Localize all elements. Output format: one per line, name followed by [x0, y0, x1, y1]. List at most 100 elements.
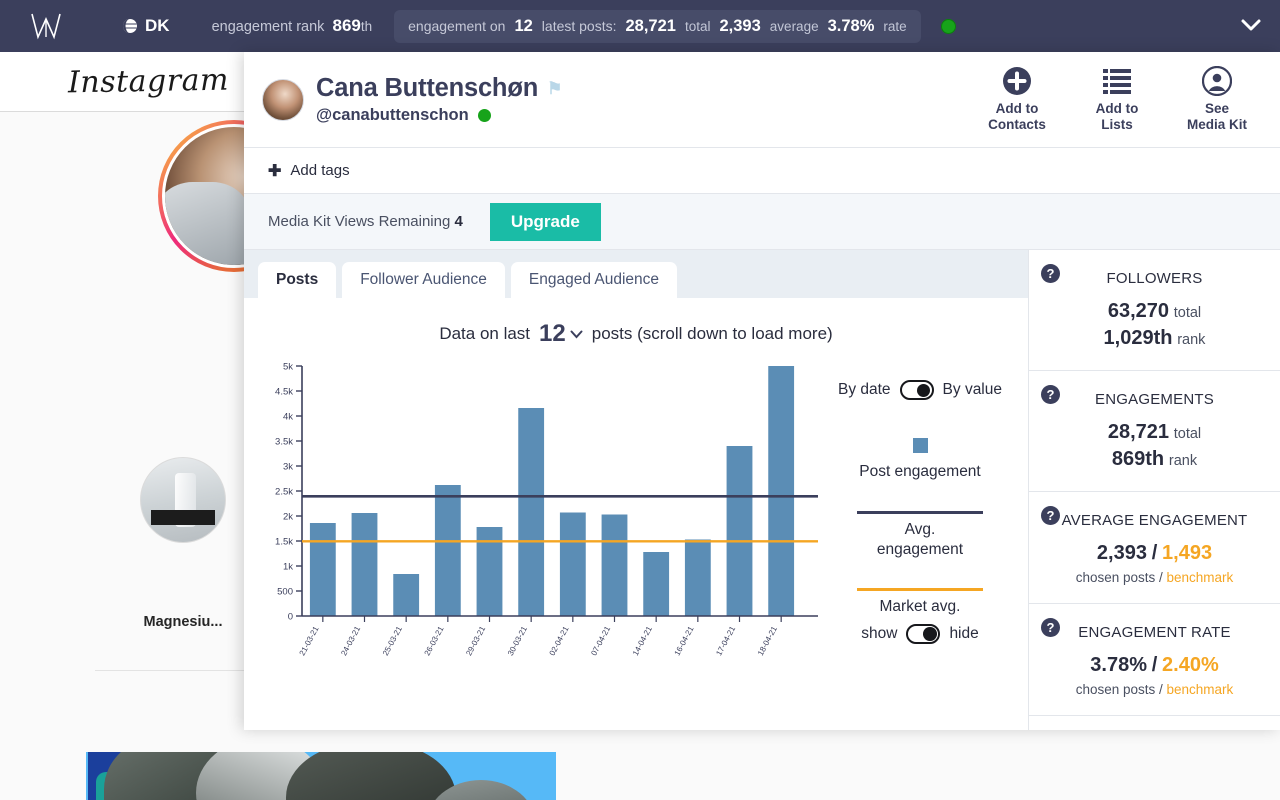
panel-header-actions: Add to Contacts Add to Lists — [980, 66, 1264, 133]
x-axis-tick: 02-04-21 — [548, 624, 571, 657]
tab-posts[interactable]: Posts — [258, 262, 336, 299]
x-axis-tick: 14-04-21 — [631, 624, 654, 657]
sort-by-value-label[interactable]: By value — [943, 381, 1002, 399]
profile-identity: Cana Buttenschøn ⚑ @canabuttenschon — [316, 74, 562, 125]
x-axis-tick: 26-03-21 — [423, 624, 446, 657]
panel-body: Posts Follower Audience Engaged Audience… — [244, 250, 1280, 730]
chart-bar[interactable] — [352, 513, 378, 616]
y-axis-tick: 500 — [277, 586, 293, 597]
engagements-rank: 869th rank — [1045, 446, 1264, 473]
posts-count-dropdown[interactable]: 12 — [539, 320, 583, 348]
chart-bar[interactable] — [435, 485, 461, 616]
followers-title: FOLLOWERS — [1045, 270, 1264, 287]
tags-row: ✚ Add tags — [244, 148, 1280, 194]
add-to-lists-button[interactable]: Add to Lists — [1080, 66, 1154, 133]
avg-engagement-rule — [857, 511, 983, 514]
stat-card-engagement-rate: ? ENGAGEMENT RATE 3.78% / 2.40% chosen p… — [1029, 604, 1280, 716]
pill-total-value: 28,721 — [626, 17, 676, 36]
profile-handle-row: @canabuttenschon — [316, 106, 562, 125]
see-media-kit-button[interactable]: See Media Kit — [1180, 66, 1254, 133]
chart-bar[interactable] — [727, 446, 753, 616]
data-on-last-suffix: posts (scroll down to load more) — [592, 324, 833, 344]
tab-engaged-audience[interactable]: Engaged Audience — [511, 262, 677, 299]
globe-icon — [122, 18, 138, 34]
page-title: Cana Buttenschøn ⚑ — [316, 74, 562, 103]
online-status-indicator — [478, 109, 491, 122]
pill-average-unit: average — [770, 19, 819, 34]
sort-toggle[interactable] — [900, 380, 934, 400]
tab-bar: Posts Follower Audience Engaged Audience — [244, 250, 1028, 298]
user-circle-icon — [1202, 66, 1232, 96]
avg-engagement-label: Avg. engagement — [877, 520, 963, 560]
engagement-summary-pill: engagement on 12 latest posts: 28,721 to… — [394, 10, 921, 43]
pill-rate-value: 3.78% — [828, 17, 875, 36]
y-axis-tick: 4.5k — [275, 386, 293, 397]
posts-count-selector-row: Data on last 12 posts (scroll down to lo… — [244, 312, 1028, 354]
engagements-total: 28,721 total — [1045, 419, 1264, 446]
sort-toggle-row: By date By value — [838, 380, 1002, 400]
flag-icon: ⚑ — [547, 79, 562, 99]
engagement-rank-value: 869 — [332, 16, 360, 35]
market-show-label[interactable]: show — [861, 625, 897, 643]
question-icon[interactable]: ? — [1041, 506, 1060, 525]
pill-middle-text: latest posts: — [542, 18, 617, 34]
y-axis-tick: 3.5k — [275, 436, 293, 447]
brand-logo-icon[interactable] — [0, 11, 92, 41]
engagement-rate-title: ENGAGEMENT RATE — [1045, 624, 1264, 641]
media-kit-views-label: Media Kit Views Remaining — [268, 213, 450, 230]
question-icon[interactable]: ? — [1041, 264, 1060, 283]
posts-count-value: 12 — [539, 320, 566, 348]
instagram-feed-photo[interactable] — [86, 752, 556, 800]
app-screen: DK engagement rank 869th engagement on 1… — [0, 0, 1280, 800]
chart-bar[interactable] — [768, 366, 794, 616]
upgrade-button[interactable]: Upgrade — [490, 203, 601, 241]
sort-by-date-label[interactable]: By date — [838, 381, 891, 399]
influencer-detail-panel: Cana Buttenschøn ⚑ @canabuttenschon Add … — [244, 52, 1280, 730]
pill-prefix: engagement on — [408, 18, 505, 34]
data-on-last-prefix: Data on last — [439, 324, 530, 344]
post-engagement-swatch — [913, 438, 928, 453]
chart-legend: By date By value Post engagement Avg. en… — [820, 354, 1020, 669]
x-axis-tick: 07-04-21 — [589, 624, 612, 657]
market-hide-label[interactable]: hide — [949, 625, 978, 643]
stat-card-engagements: ? ENGAGEMENTS 28,721 total 869th rank — [1029, 371, 1280, 492]
question-icon[interactable]: ? — [1041, 618, 1060, 637]
y-axis-tick: 4k — [283, 411, 293, 422]
pill-rate-unit: rate — [883, 19, 906, 34]
engagement-bar-chart[interactable]: 05001k1.5k2k2.5k3k3.5k4k4.5k5k21-03-2124… — [250, 354, 820, 669]
chart-bar[interactable] — [393, 574, 419, 616]
question-icon[interactable]: ? — [1041, 385, 1060, 404]
tab-follower-audience[interactable]: Follower Audience — [342, 262, 505, 299]
chart-and-legend: 05001k1.5k2k2.5k3k3.5k4k4.5k5k21-03-2124… — [244, 354, 1028, 669]
list-icon — [1102, 66, 1132, 96]
market-avg-toggle[interactable] — [906, 624, 940, 644]
chart-bar[interactable] — [518, 408, 544, 616]
plus-icon: ✚ — [268, 161, 281, 181]
average-engagement-sub: chosen posts / benchmark — [1045, 570, 1264, 585]
market-avg-rule — [857, 588, 983, 591]
engagement-rate-sub: chosen posts / benchmark — [1045, 682, 1264, 697]
pill-total-unit: total — [685, 19, 711, 34]
profile-handle[interactable]: @canabuttenschon — [316, 106, 469, 125]
average-engagement-title: AVERAGE ENGAGEMENT — [1045, 512, 1264, 529]
add-to-contacts-button[interactable]: Add to Contacts — [980, 66, 1054, 133]
upgrade-bar: Media Kit Views Remaining 4 Upgrade — [244, 194, 1280, 250]
media-kit-views-count: 4 — [454, 213, 462, 230]
plus-circle-icon — [1002, 66, 1032, 96]
chart-bar[interactable] — [643, 552, 669, 616]
media-kit-views-remaining: Media Kit Views Remaining 4 — [268, 213, 463, 230]
stat-card-average-engagement: ? AVERAGE ENGAGEMENT 2,393 / 1,493 chose… — [1029, 492, 1280, 604]
add-tags-button[interactable]: ✚ Add tags — [268, 161, 350, 181]
add-tags-label: Add tags — [290, 162, 349, 179]
chart-bar[interactable] — [560, 513, 586, 617]
chevron-down-icon — [570, 330, 583, 339]
profile-name: Cana Buttenschøn — [316, 74, 538, 103]
y-axis-tick: 5k — [283, 361, 293, 372]
chart-bar[interactable] — [602, 515, 628, 617]
country-selector[interactable]: DK — [122, 16, 170, 36]
chevron-down-icon[interactable] — [1240, 16, 1262, 36]
chart-bar[interactable] — [310, 523, 336, 616]
instagram-story-highlight-thumb[interactable] — [140, 457, 226, 543]
chart-bar[interactable] — [685, 540, 711, 617]
y-axis-tick: 2k — [283, 511, 293, 522]
